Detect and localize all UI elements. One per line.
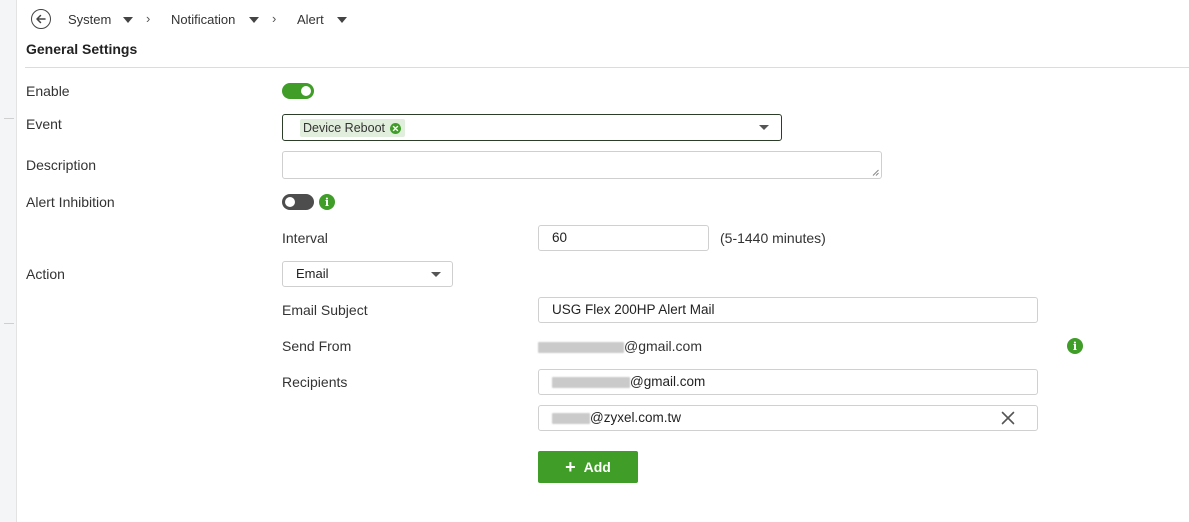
alert-inhibition-toggle[interactable] <box>282 194 314 210</box>
info-icon[interactable]: i <box>1067 338 1083 354</box>
email-subject-input[interactable]: USG Flex 200HP Alert Mail <box>538 297 1038 323</box>
redacted-text <box>538 341 624 353</box>
email-subject-label: Email Subject <box>282 302 368 318</box>
action-select-value: Email <box>296 266 329 281</box>
side-rail <box>0 0 17 522</box>
send-from-value: @gmail.com <box>538 337 702 355</box>
remove-chip-icon[interactable] <box>390 122 401 134</box>
alert-inhibition-label: Alert Inhibition <box>26 194 115 210</box>
add-recipient-button[interactable]: + Add <box>538 451 638 483</box>
enable-label: Enable <box>26 83 70 99</box>
interval-input[interactable]: 60 <box>538 225 709 251</box>
add-button-label: Add <box>583 459 611 475</box>
interval-label: Interval <box>282 230 328 246</box>
description-label: Description <box>26 157 97 173</box>
event-label: Event <box>26 116 62 132</box>
recipient-domain: @zyxel.com.tw <box>590 410 681 425</box>
breadcrumb-alert[interactable]: Alert <box>297 12 324 28</box>
breadcrumb-system[interactable]: System <box>68 12 111 28</box>
rail-divider <box>4 118 14 119</box>
chevron-down-icon[interactable] <box>123 17 133 23</box>
toggle-knob <box>301 86 311 96</box>
section-title: General Settings <box>26 41 138 57</box>
chevron-right-icon: › <box>146 11 151 26</box>
info-icon[interactable]: i <box>319 194 335 210</box>
rail-divider <box>4 323 14 324</box>
send-from-domain: @gmail.com <box>624 338 703 354</box>
event-select[interactable]: Device Reboot <box>282 114 782 141</box>
redacted-text <box>552 376 630 388</box>
chevron-right-icon: › <box>272 11 277 26</box>
back-button[interactable] <box>31 9 51 29</box>
back-arrow-icon <box>36 14 46 24</box>
chevron-down-icon <box>431 272 441 277</box>
interval-hint: (5-1440 minutes) <box>720 230 826 246</box>
section-divider <box>25 67 1189 68</box>
action-label: Action <box>26 266 65 282</box>
chevron-down-icon[interactable] <box>249 17 259 23</box>
chevron-down-icon[interactable] <box>337 17 347 23</box>
recipient-input[interactable]: @gmail.com <box>538 369 1038 395</box>
toggle-knob <box>285 197 295 207</box>
close-icon[interactable] <box>1001 411 1015 425</box>
send-from-label: Send From <box>282 338 352 354</box>
enable-toggle[interactable] <box>282 83 314 99</box>
recipients-label: Recipients <box>282 374 348 390</box>
breadcrumb-notification[interactable]: Notification <box>171 12 235 28</box>
description-textarea[interactable] <box>282 151 882 179</box>
recipient-input[interactable]: @zyxel.com.tw <box>538 405 1038 431</box>
action-select[interactable]: Email <box>282 261 453 287</box>
redacted-text <box>552 412 590 424</box>
resize-handle-icon[interactable] <box>872 169 879 176</box>
chevron-down-icon <box>759 125 769 130</box>
event-chip: Device Reboot <box>300 119 405 137</box>
plus-icon: + <box>565 457 576 477</box>
event-chip-label: Device Reboot <box>303 121 385 135</box>
recipient-domain: @gmail.com <box>630 374 706 389</box>
